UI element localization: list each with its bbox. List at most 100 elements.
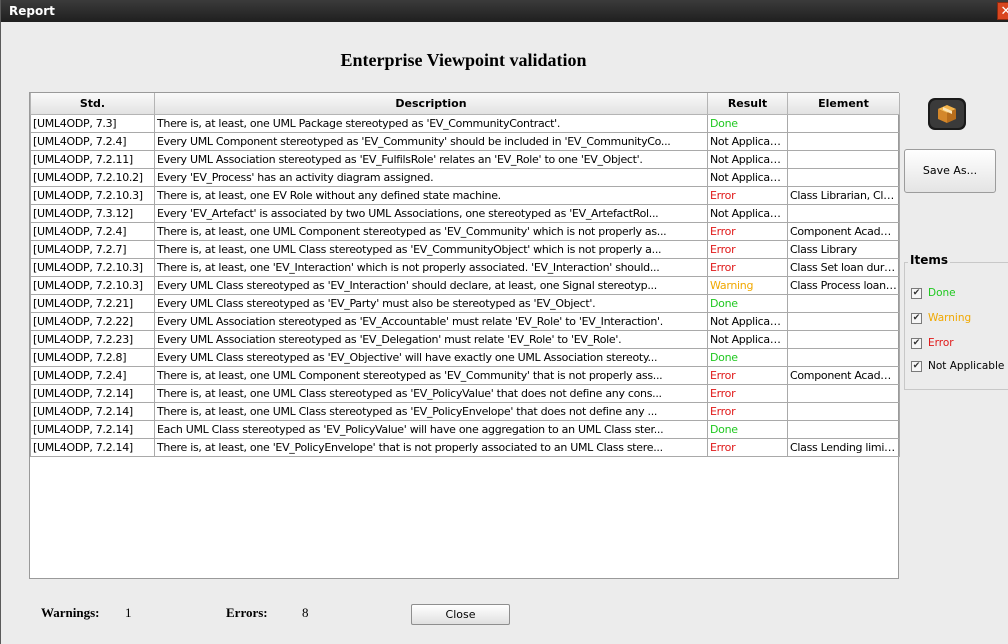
filter-warning[interactable]: ✔ Warning xyxy=(911,310,971,326)
package-icon[interactable] xyxy=(925,96,969,132)
cell-element: Class Process loan, Cl... xyxy=(787,275,900,295)
cell-std: [UML4ODP, 7.2.10.3] xyxy=(30,275,155,295)
cell-description: There is, at least, one UML Package ster… xyxy=(154,113,708,133)
cell-element xyxy=(787,383,900,403)
report-window: Report ✕ Enterprise Viewpoint validation… xyxy=(0,0,1008,644)
filter-warning-label: Warning xyxy=(928,312,972,324)
cell-element xyxy=(787,329,900,349)
cell-std: [UML4ODP, 7.2.10.3] xyxy=(30,185,155,205)
filter-done[interactable]: ✔ Done xyxy=(911,285,956,301)
cell-result: Done xyxy=(707,419,788,439)
cell-std: [UML4ODP, 7.2.4] xyxy=(30,131,155,151)
filter-not-applicable-label: Not Applicable xyxy=(928,360,1005,372)
cell-description: There is, at least, one EV Role without … xyxy=(154,185,708,205)
table-row[interactable]: [UML4ODP, 7.2.4] There is, at least, one … xyxy=(30,221,900,241)
cell-result: Done xyxy=(707,113,788,133)
cell-element xyxy=(787,311,900,331)
cell-result: Error xyxy=(707,365,788,385)
table-row[interactable]: [UML4ODP, 7.2.10.3] There is, at least, o… xyxy=(30,257,900,277)
cell-description: Every UML Association stereotyped as 'EV… xyxy=(154,149,708,169)
cell-std: [UML4ODP, 7.3] xyxy=(30,113,155,133)
cell-element xyxy=(787,347,900,367)
table-body: [UML4ODP, 7.3] There is, at least, one UM… xyxy=(30,113,900,457)
cell-element xyxy=(787,113,900,133)
checkbox-done[interactable]: ✔ xyxy=(911,287,922,299)
cell-element xyxy=(787,167,900,187)
table-row[interactable]: [UML4ODP, 7.2.21] Every UML Class stereot… xyxy=(30,293,900,313)
filter-error[interactable]: ✔ Error xyxy=(911,335,954,351)
cell-element xyxy=(787,401,900,421)
checkbox-not-applicable[interactable]: ✔ xyxy=(911,360,922,372)
cell-description: Every UML Class stereotyped as 'EV_Party… xyxy=(154,293,708,313)
cell-element: Class Library xyxy=(787,239,900,259)
table-row[interactable]: [UML4ODP, 7.2.10.3] Every UML Class stere… xyxy=(30,275,900,295)
cell-result: Error xyxy=(707,383,788,403)
table-row[interactable]: [UML4ODP, 7.3.12] Every 'EV_Artefact' is … xyxy=(30,203,900,223)
cell-std: [UML4ODP, 7.2.14] xyxy=(30,419,155,439)
cell-description: Every UML Association stereotyped as 'EV… xyxy=(154,329,708,349)
column-header-description[interactable]: Description xyxy=(154,93,708,115)
table-row[interactable]: [UML4ODP, 7.2.8] Every UML Class stereoty… xyxy=(30,347,900,367)
cell-std: [UML4ODP, 7.2.22] xyxy=(30,311,155,331)
validation-table-container[interactable]: Std. Description Result Element [UML4ODP… xyxy=(29,92,900,579)
cell-result: Warning xyxy=(707,275,788,295)
column-header-std[interactable]: Std. xyxy=(30,93,155,115)
cell-description: Every UML Association stereotyped as 'EV… xyxy=(154,311,708,331)
cell-std: [UML4ODP, 7.2.21] xyxy=(30,293,155,313)
table-row[interactable]: [UML4ODP, 7.2.22] Every UML Association s… xyxy=(30,311,900,331)
table-row[interactable]: [UML4ODP, 7.2.14] There is, at least, one… xyxy=(30,437,900,457)
cell-std: [UML4ODP, 7.2.7] xyxy=(30,239,155,259)
cell-result: Error xyxy=(707,437,788,457)
cell-description: Every 'EV_Artefact' is associated by two… xyxy=(154,203,708,223)
cell-element xyxy=(787,419,900,439)
table-row[interactable]: [UML4ODP, 7.2.23] Every UML Association s… xyxy=(30,329,900,349)
cell-description: There is, at least, one UML Class stereo… xyxy=(154,383,708,403)
cell-std: [UML4ODP, 7.2.14] xyxy=(30,383,155,403)
cell-result: Error xyxy=(707,401,788,421)
close-button[interactable]: Close xyxy=(411,604,510,625)
column-header-result[interactable]: Result xyxy=(707,93,788,115)
cell-std: [UML4ODP, 7.2.4] xyxy=(30,221,155,241)
cell-result: Error xyxy=(707,257,788,277)
table-row[interactable]: [UML4ODP, 7.3] There is, at least, one UM… xyxy=(30,113,900,133)
window-close-icon[interactable]: ✕ xyxy=(997,2,1008,20)
items-filter-panel: Items ✔ Done ✔ Warning ✔ Error ✔ Not App… xyxy=(904,253,1008,390)
filter-done-label: Done xyxy=(928,287,956,299)
cell-result: Done xyxy=(707,347,788,367)
cell-description: There is, at least, one UML Component st… xyxy=(154,365,708,385)
title-bar[interactable]: Report ✕ xyxy=(1,0,1008,22)
cell-element: Class Set loan duratio... xyxy=(787,257,900,277)
cell-result: Not Applicable xyxy=(707,131,788,151)
cell-element xyxy=(787,149,900,169)
cell-element: Component Academic ... xyxy=(787,221,900,241)
table-row[interactable]: [UML4ODP, 7.2.14] There is, at least, one… xyxy=(30,401,900,421)
cell-result: Error xyxy=(707,239,788,259)
table-row[interactable]: [UML4ODP, 7.2.4] There is, at least, one … xyxy=(30,365,900,385)
cell-element xyxy=(787,203,900,223)
table-row[interactable]: [UML4ODP, 7.2.10.3] There is, at least, o… xyxy=(30,185,900,205)
cell-description: There is, at least, one UML Class stereo… xyxy=(154,401,708,421)
checkbox-warning[interactable]: ✔ xyxy=(911,312,922,324)
cell-element: Component Academic ... xyxy=(787,365,900,385)
filter-not-applicable[interactable]: ✔ Not Applicable xyxy=(911,358,1004,374)
filter-error-label: Error xyxy=(928,337,954,349)
table-row[interactable]: [UML4ODP, 7.2.11] Every UML Association s… xyxy=(30,149,900,169)
cell-std: [UML4ODP, 7.2.10.3] xyxy=(30,257,155,277)
table-row[interactable]: [UML4ODP, 7.2.10.2] Every 'EV_Process' ha… xyxy=(30,167,900,187)
cell-result: Not Applicable xyxy=(707,311,788,331)
table-row[interactable]: [UML4ODP, 7.2.4] Every UML Component ster… xyxy=(30,131,900,151)
table-row[interactable]: [UML4ODP, 7.2.7] There is, at least, one … xyxy=(30,239,900,259)
table-row[interactable]: [UML4ODP, 7.2.14] Each UML Class stereoty… xyxy=(30,419,900,439)
column-header-element[interactable]: Element xyxy=(787,93,900,115)
warnings-label: Warnings: xyxy=(41,605,100,620)
cell-description: Every UML Component stereotyped as 'EV_C… xyxy=(154,131,708,151)
cell-element: Class Lending limit, Cla... xyxy=(787,437,900,457)
checkbox-error[interactable]: ✔ xyxy=(911,337,922,349)
cell-std: [UML4ODP, 7.2.4] xyxy=(30,365,155,385)
save-as-button[interactable]: Save As... xyxy=(904,149,996,193)
cell-description: Every UML Class stereotyped as 'EV_Objec… xyxy=(154,347,708,367)
cell-std: [UML4ODP, 7.3.12] xyxy=(30,203,155,223)
table-row[interactable]: [UML4ODP, 7.2.14] There is, at least, one… xyxy=(30,383,900,403)
cell-element: Class Librarian, Class ... xyxy=(787,185,900,205)
items-legend: Items xyxy=(908,253,950,267)
